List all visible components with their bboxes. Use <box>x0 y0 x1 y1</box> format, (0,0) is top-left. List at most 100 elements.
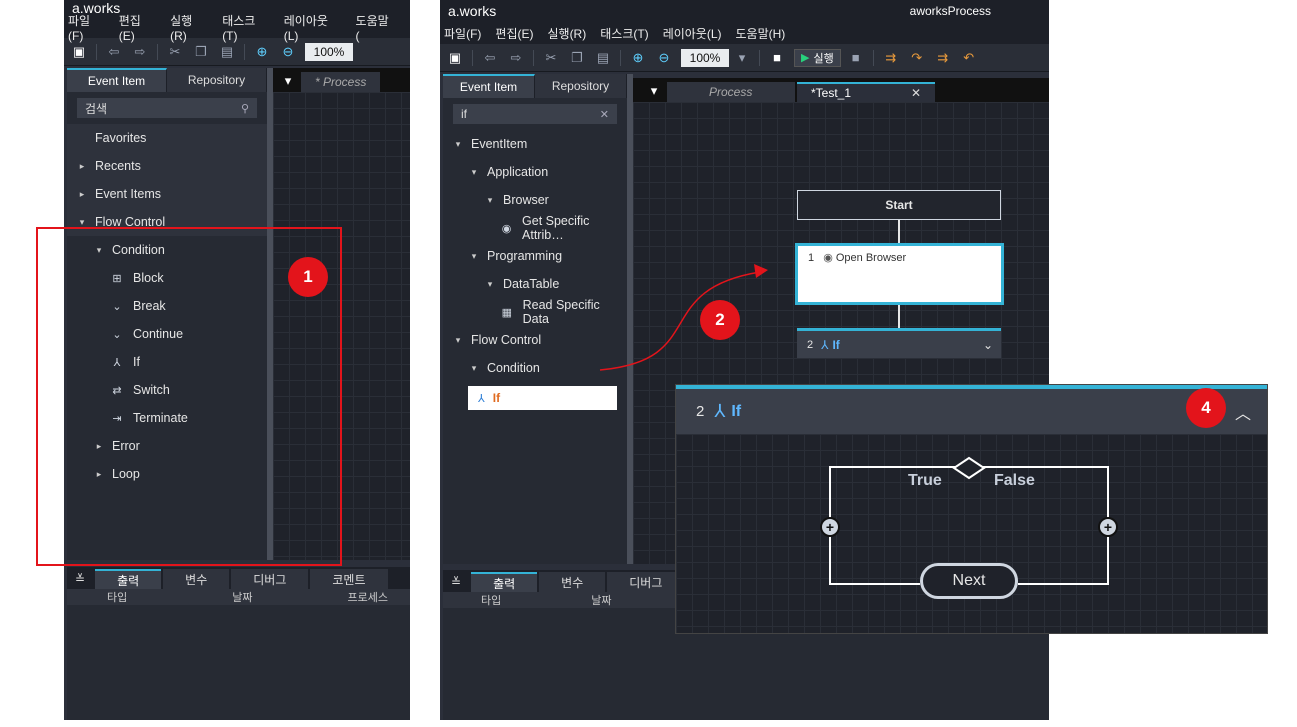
cut-icon[interactable]: ✂ <box>542 49 560 67</box>
document-tabs: ▾ Process *Test_1 ✕ <box>633 78 1049 102</box>
tab-comment[interactable]: 코멘트 <box>310 569 388 589</box>
menu-item[interactable]: 실행(R) <box>547 25 586 42</box>
tab-repository[interactable]: Repository <box>535 74 627 98</box>
search-input[interactable]: 검색 ⚲ <box>77 98 257 118</box>
tree-item-if-selected[interactable]: ⅄ If <box>468 386 617 410</box>
divider <box>620 49 621 66</box>
chevron-down-icon[interactable]: ▾ <box>451 139 465 150</box>
new-document-icon[interactable]: ▾ <box>279 72 297 90</box>
step-into-icon[interactable]: ↷ <box>908 49 926 67</box>
tree-item[interactable]: ▾ Browser <box>443 186 627 214</box>
chevron-right-icon[interactable]: ▸ <box>75 189 89 200</box>
menu-item[interactable]: 편집(E) <box>495 25 533 42</box>
col-type: 타입 <box>107 592 128 604</box>
paste-icon[interactable]: ▤ <box>218 43 236 61</box>
close-icon[interactable]: ✕ <box>911 86 921 100</box>
tree-item-label: Favorites <box>95 131 147 145</box>
tree-item[interactable]: ◉ Get Specific Attrib… <box>443 214 627 242</box>
zoom-out-icon[interactable]: ⊖ <box>655 49 673 67</box>
tree-item-icon: ▦ <box>501 306 512 319</box>
chevron-down-icon[interactable]: ▾ <box>483 195 497 206</box>
undo-icon[interactable]: ⇦ <box>105 43 123 61</box>
chevron-down-icon[interactable]: ⌄ <box>983 338 993 352</box>
stop-icon[interactable]: ■ <box>847 49 865 67</box>
tab-variables[interactable]: 변수 <box>163 569 230 589</box>
next-node[interactable]: Next <box>920 563 1018 599</box>
menu-item[interactable]: 레이아웃(L) <box>284 12 342 43</box>
tree-item[interactable]: ▸ Event Items <box>67 180 267 208</box>
menu-item[interactable]: 태스크(T) <box>222 12 270 43</box>
chevron-down-icon[interactable]: ▾ <box>483 279 497 290</box>
next-label: Next <box>952 572 986 589</box>
search-icon: ⚲ <box>240 102 249 115</box>
new-document-icon[interactable]: ▾ <box>645 82 663 100</box>
menu-item[interactable]: 태스크(T) <box>600 25 648 42</box>
tab-event-item[interactable]: Event Item <box>67 68 167 92</box>
step-back-icon[interactable]: ↶ <box>960 49 978 67</box>
tab-debug[interactable]: 디버그 <box>607 572 685 592</box>
tab-test-1[interactable]: *Test_1 ✕ <box>797 82 936 102</box>
tree-item[interactable]: ▾ Application <box>443 158 627 186</box>
tab-variables[interactable]: 변수 <box>539 572 606 592</box>
tab-process[interactable]: * Process <box>301 72 381 92</box>
tab-output[interactable]: 출력 <box>471 572 538 592</box>
run-button[interactable]: ▶ 실행 <box>794 48 841 67</box>
redo-icon[interactable]: ⇨ <box>131 43 149 61</box>
menu-item[interactable]: 실행(R) <box>170 12 208 43</box>
start-node[interactable]: Start <box>797 190 1001 220</box>
tab-output[interactable]: 출력 <box>95 569 162 589</box>
tab-repository[interactable]: Repository <box>167 68 267 92</box>
chevron-up-icon[interactable]: ︿ <box>1235 400 1251 424</box>
menu-item[interactable]: 레이아웃(L) <box>663 25 722 42</box>
chevron-right-icon[interactable]: ▸ <box>75 161 89 172</box>
if-node[interactable]: 2 ⅄ If ⌄ <box>797 328 1001 358</box>
menu-item[interactable]: 도움말(H) <box>736 25 786 42</box>
clear-icon[interactable]: ✕ <box>600 108 609 121</box>
tree-item[interactable]: ▸ Recents <box>67 152 267 180</box>
tab-debug[interactable]: 디버그 <box>231 569 309 589</box>
search-input[interactable]: if ✕ <box>453 104 617 124</box>
zoom-in-icon[interactable]: ⊕ <box>629 49 647 67</box>
menu-item[interactable]: 파일(F) <box>444 25 481 42</box>
open-browser-node[interactable]: 1 ◉ Open Browser <box>795 243 1004 305</box>
save-icon[interactable]: ▣ <box>446 49 464 67</box>
menu-item[interactable]: 도움말( <box>356 12 392 43</box>
collapse-icon[interactable]: ≚ <box>67 569 94 589</box>
chevron-down-icon[interactable]: ▾ <box>451 335 465 346</box>
tree-item[interactable]: Favorites <box>67 124 267 152</box>
step-out-icon[interactable]: ⇉ <box>934 49 952 67</box>
tree-item-label: Programming <box>487 249 563 263</box>
menu-item[interactable]: 파일(F) <box>68 12 105 43</box>
paste-icon[interactable]: ▤ <box>594 49 612 67</box>
zoom-select[interactable]: 100% <box>681 48 729 67</box>
app-titlebar: a.works aworksProcess <box>440 0 1049 22</box>
record-icon[interactable]: ■ <box>768 49 786 67</box>
search-placeholder: 검색 <box>85 101 108 116</box>
redo-icon[interactable]: ⇨ <box>507 49 525 67</box>
copy-icon[interactable]: ❐ <box>568 49 586 67</box>
drag-arrow <box>599 264 768 371</box>
save-icon[interactable]: ▣ <box>70 43 88 61</box>
step-over-icon[interactable]: ⇉ <box>882 49 900 67</box>
copy-icon[interactable]: ❐ <box>192 43 210 61</box>
tree-item-label: Flow Control <box>471 333 542 347</box>
menubar: 파일(F) 편집(E) 실행(R) 태스크(T) 레이아웃(L) 도움말(H) <box>440 22 1049 44</box>
chevron-down-icon[interactable]: ▾ <box>467 363 481 374</box>
cut-icon[interactable]: ✂ <box>166 43 184 61</box>
undo-icon[interactable]: ⇦ <box>481 49 499 67</box>
zoom-select[interactable]: 100% <box>305 42 353 61</box>
tab-event-item[interactable]: Event Item <box>443 74 535 98</box>
zoom-out-icon[interactable]: ⊖ <box>279 43 297 61</box>
tab-process[interactable]: Process <box>667 82 795 102</box>
menu-item[interactable]: 편집(E) <box>119 12 156 43</box>
tree-item-label: If <box>492 391 501 405</box>
zoom-dropdown-icon[interactable]: ▾ <box>733 49 751 67</box>
chevron-down-icon[interactable]: ▾ <box>75 217 89 228</box>
tree-item[interactable]: ▾ EventItem <box>443 130 627 158</box>
chevron-down-icon[interactable]: ▾ <box>467 167 481 178</box>
output-panel: ≚ 출력 변수 디버그 코멘트 타입 날짜 프로세스 <box>67 567 410 720</box>
collapse-icon[interactable]: ≚ <box>443 572 470 592</box>
chevron-down-icon[interactable]: ▾ <box>467 251 481 262</box>
if-icon: ⅄ <box>714 401 726 421</box>
zoom-in-icon[interactable]: ⊕ <box>253 43 271 61</box>
